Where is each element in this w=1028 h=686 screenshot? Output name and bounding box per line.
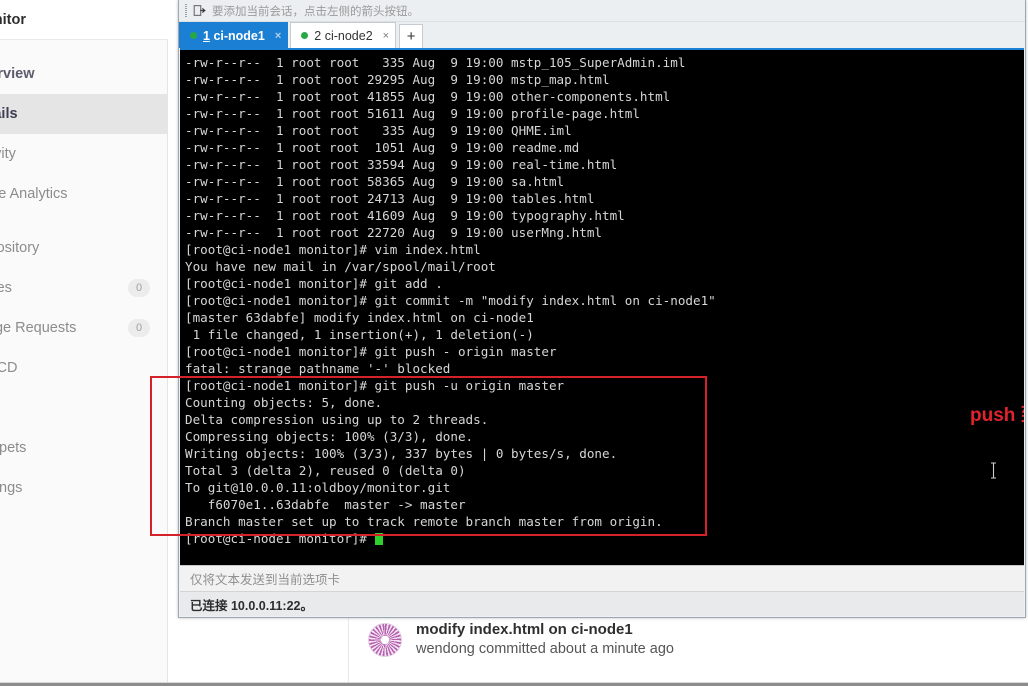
issues-count-badge: 0 [128, 279, 150, 297]
terminal-line: Delta compression using up to 2 threads. [185, 412, 489, 427]
sidebar-item-label: Details [0, 106, 18, 122]
text-ibeam-cursor [990, 462, 997, 479]
terminal-line: -rw-r--r-- 1 root root 1051 Aug 9 19:00 … [185, 140, 580, 155]
sidebar-item-issues[interactable]: Issues 0 [0, 268, 168, 308]
sidebar-item-snippets[interactable]: Snippets [0, 428, 168, 468]
terminal-window: 要添加当前会话，点击左侧的箭头按钮。 1 ci-node1 × 2 ci-nod… [178, 0, 1026, 618]
connection-status-text: 已连接 10.0.0.11:22。 [190, 598, 313, 613]
terminal-line: [root@ci-node1 monitor]# git commit -m "… [185, 293, 716, 308]
sidebar-item-label: Repository [0, 240, 40, 256]
content-divider [348, 618, 349, 686]
terminal-line: -rw-r--r-- 1 root root 22720 Aug 9 19:00… [185, 225, 603, 240]
gitlab-sidebar: monitor Overview Details Activity Cycle … [0, 0, 168, 686]
sidebar-item-label: Cycle Analytics [0, 186, 68, 202]
connection-status-dot [190, 32, 197, 39]
sidebar-item-label: Settings [0, 480, 23, 496]
commit-title[interactable]: modify index.html on ci-node1 [416, 620, 674, 640]
tab-index: 2 [314, 28, 322, 43]
annotation-push-to-master: push 到master [970, 405, 1024, 426]
project-name: monitor [0, 11, 26, 28]
commit-meta: wendong committed about a minute ago [416, 641, 674, 658]
sidebar-item-label: Issues [0, 280, 12, 296]
sidebar-item-label: CI / CD [0, 360, 18, 376]
sidebar-item-label: Activity [0, 146, 16, 162]
sidebar-item-label: Snippets [0, 440, 27, 456]
terminal-line: -rw-r--r-- 1 root root 41855 Aug 9 19:00… [185, 89, 671, 104]
terminal-tab-bar: 1 ci-node1 × 2 ci-node2 × + [179, 22, 1025, 48]
sidebar-item-details[interactable]: Details [0, 94, 168, 134]
sidebar-item-activity[interactable]: Activity [0, 134, 168, 174]
screenshot-root: monitor Overview Details Activity Cycle … [0, 0, 1028, 686]
identicon-avatar [368, 622, 402, 657]
tab-ci-node2[interactable]: 2 ci-node2 × [290, 22, 397, 48]
sidebar-item-merge-requests[interactable]: Merge Requests 0 [0, 308, 168, 348]
terminal-line: -rw-r--r-- 1 root root 335 Aug 9 19:00 Q… [185, 123, 572, 138]
terminal-line: [root@ci-node1 monitor]# git push -u ori… [185, 378, 565, 393]
close-icon[interactable]: × [383, 30, 389, 42]
terminal-line: You have new mail in /var/spool/mail/roo… [185, 259, 496, 274]
sidebar-item-overview[interactable]: Overview [0, 54, 168, 94]
close-icon[interactable]: × [275, 30, 281, 42]
tab-ci-node1[interactable]: 1 ci-node1 × [179, 22, 289, 48]
terminal-line: -rw-r--r-- 1 root root 41609 Aug 9 19:00… [185, 208, 625, 223]
terminal-line: -rw-r--r-- 1 root root 51611 Aug 9 19:00… [185, 106, 640, 121]
terminal-line: [root@ci-node1 monitor]# vim index.html [185, 242, 481, 257]
terminal-line: -rw-r--r-- 1 root root 24713 Aug 9 19:00… [185, 191, 595, 206]
latest-commit[interactable]: modify index.html on ci-node1 wendong co… [368, 620, 674, 660]
sidebar-nav: Overview Details Activity Cycle Analytic… [0, 40, 168, 508]
tab-index: 1 [203, 28, 210, 43]
sidebar-item-repository[interactable]: Repository [0, 228, 168, 268]
send-to-tab-label: 仅将文本发送到当前选项卡 [190, 573, 341, 587]
drag-grip-icon[interactable] [185, 4, 187, 17]
sidebar-item-cycle-analytics[interactable]: Cycle Analytics [0, 174, 168, 214]
terminal-line: Counting objects: 5, done. [185, 395, 383, 410]
terminal-line: [master 63dabfe] modify index.html on ci… [185, 310, 534, 325]
terminal-line: Writing objects: 100% (3/3), 337 bytes |… [185, 446, 618, 461]
send-to-tab-bar[interactable]: 仅将文本发送到当前选项卡 [180, 565, 1024, 591]
terminal-line: 1 file changed, 1 insertion(+), 1 deleti… [185, 327, 534, 342]
terminal-line: Total 3 (delta 2), reused 0 (delta 0) [185, 463, 466, 478]
terminal-line: fatal: strange pathname '-' blocked [185, 361, 451, 376]
terminal-line: [root@ci-node1 monitor]# git add . [185, 276, 443, 291]
terminal-line: -rw-r--r-- 1 root root 29295 Aug 9 19:00… [185, 72, 610, 87]
terminal-line: -rw-r--r-- 1 root root 335 Aug 9 19:00 m… [185, 55, 686, 70]
sidebar-item-settings[interactable]: Settings [0, 468, 168, 508]
tab-label: 2 ci-node2 [314, 29, 372, 43]
sidebar-item-label: Overview [0, 66, 35, 82]
terminal-status-bar: 已连接 10.0.0.11:22。 [180, 591, 1024, 616]
tab-name: ci-node1 [213, 28, 265, 43]
commit-text: modify index.html on ci-node1 wendong co… [416, 620, 674, 660]
terminal-line: f6070e1..63dabfe master -> master [185, 497, 466, 512]
terminal-line: Branch master set up to track remote bra… [185, 514, 663, 529]
tab-label: 1 ci-node1 [203, 29, 265, 43]
terminal-cursor [374, 533, 383, 545]
connection-status-dot [301, 32, 309, 39]
terminal-output: -rw-r--r-- 1 root root 335 Aug 9 19:00 m… [185, 54, 716, 547]
session-hint-text: 要添加当前会话，点击左侧的箭头按钮。 [212, 5, 419, 18]
terminal-line: -rw-r--r-- 1 root root 58365 Aug 9 19:00… [185, 174, 565, 189]
sidebar-item-wiki[interactable]: Wiki [0, 388, 168, 428]
sidebar-item-ci-cd[interactable]: CI / CD [0, 348, 168, 388]
terminal-line: Compressing objects: 100% (3/3), done. [185, 429, 474, 444]
terminal-line: -rw-r--r-- 1 root root 33594 Aug 9 19:00… [185, 157, 618, 172]
tab-name: ci-node2 [324, 28, 373, 43]
add-session-icon[interactable] [193, 4, 206, 17]
terminal-line: To git@10.0.0.11:oldboy/monitor.git [185, 480, 451, 495]
terminal-line: [root@ci-node1 monitor]# [185, 530, 716, 547]
sidebar-item-label: Merge Requests [0, 320, 77, 336]
merge-requests-count-badge: 0 [128, 319, 150, 337]
terminal-screen[interactable]: -rw-r--r-- 1 root root 335 Aug 9 19:00 m… [180, 48, 1024, 565]
new-tab-button[interactable]: + [399, 24, 424, 48]
terminal-line: [root@ci-node1 monitor]# git push - orig… [185, 344, 557, 359]
session-hint-bar: 要添加当前会话，点击左侧的箭头按钮。 [179, 0, 1025, 22]
project-header[interactable]: monitor [0, 0, 168, 40]
